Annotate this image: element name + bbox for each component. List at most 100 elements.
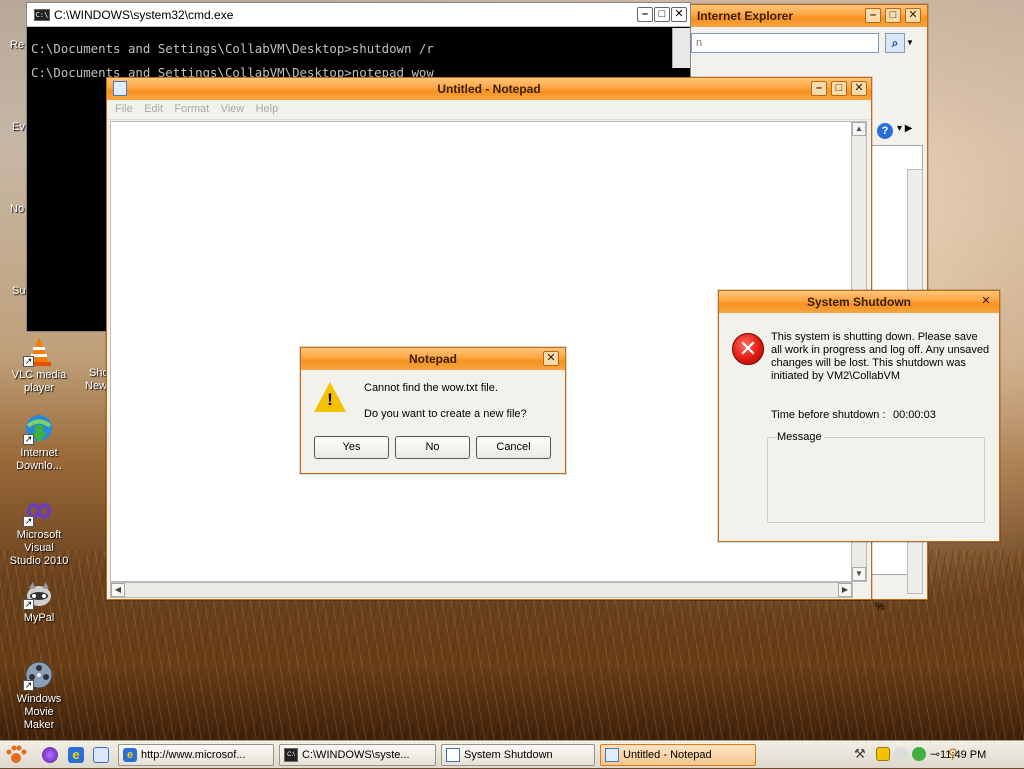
maximize-button[interactable]: □ bbox=[654, 7, 670, 22]
start-button[interactable] bbox=[4, 744, 28, 766]
notepad-dialog[interactable]: Notepad ✕ ! Cannot find the wow.txt file… bbox=[300, 347, 566, 474]
notepad-icon bbox=[605, 748, 619, 762]
scroll-right-icon[interactable]: ▶ bbox=[838, 583, 852, 597]
shortcut-arrow-icon: ↗ bbox=[23, 599, 34, 610]
help-icon[interactable]: ? bbox=[877, 123, 893, 139]
desktop-icon-label: Windows Movie bbox=[16, 693, 62, 718]
shutdown-dialog-body: ✕ This system is shutting down. Please s… bbox=[719, 313, 999, 541]
cmd-scrollbar[interactable] bbox=[672, 28, 690, 68]
taskbar: e e http://www.microsof... C:\ C:\WINDOW… bbox=[0, 740, 1024, 768]
start-paw-icon bbox=[6, 745, 27, 763]
error-icon: ✕ bbox=[732, 333, 764, 365]
menu-view[interactable]: View bbox=[221, 103, 245, 115]
scroll-down-icon[interactable]: ▼ bbox=[852, 567, 866, 581]
time-before-shutdown-label: Time before shutdown : bbox=[771, 409, 886, 421]
taskbar-item-cmd[interactable]: C:\ C:\WINDOWS\syste... bbox=[279, 744, 436, 766]
desktop-icon-label: Downlo... bbox=[16, 460, 62, 472]
notepad-horizontal-scrollbar[interactable]: ◀ ▶ bbox=[110, 582, 853, 598]
ie-search-input[interactable]: n bbox=[691, 33, 879, 53]
menu-format[interactable]: Format bbox=[174, 103, 209, 115]
taskbar-item-label: C:\WINDOWS\syste... bbox=[302, 749, 410, 761]
visual-studio-infinity-icon: ↗ bbox=[23, 495, 55, 527]
desktop-label-partial: No bbox=[10, 203, 25, 215]
taskbar-clock[interactable]: 11:49 PM bbox=[940, 749, 986, 761]
taskbar-item-internet-explorer[interactable]: e http://www.microsof... bbox=[118, 744, 274, 766]
maximize-button[interactable]: □ bbox=[885, 8, 901, 23]
shutdown-message: This system is shutting down. Please sav… bbox=[771, 331, 990, 382]
time-before-shutdown-value: 00:00:03 bbox=[893, 409, 936, 421]
search-icon[interactable]: ⌕ bbox=[885, 33, 905, 53]
cmd-icon: C:\ bbox=[284, 748, 298, 762]
network-tool-icon[interactable]: ⚒ bbox=[854, 747, 868, 761]
desktop-label-partial: Re bbox=[10, 39, 25, 51]
shortcut-arrow-icon: ↗ bbox=[23, 516, 34, 527]
yes-button[interactable]: Yes bbox=[314, 436, 389, 459]
minimize-button[interactable]: – bbox=[637, 7, 653, 22]
desktop-icon-vlc[interactable]: ↗ VLC media player bbox=[1, 335, 77, 395]
shortcut-arrow-icon: ↗ bbox=[23, 356, 34, 367]
shutdown-dialog-title: System Shutdown bbox=[806, 295, 911, 309]
internet-explorer-icon[interactable]: e bbox=[68, 747, 84, 763]
system-tray: ⚒ ⊸ ⚲ 11:49 PM bbox=[850, 743, 1024, 767]
download-manager-icon[interactable] bbox=[912, 747, 926, 761]
warning-exclamation: ! bbox=[327, 390, 333, 409]
cmd-icon: C:\ bbox=[34, 9, 50, 21]
notepad-dialog-titlebar[interactable]: Notepad ✕ bbox=[301, 348, 565, 370]
cmd-line: C:\Documents and Settings\CollabVM\Deskt… bbox=[31, 41, 434, 56]
chevron-right-icon[interactable]: ▾ ▶ bbox=[897, 123, 913, 134]
close-button[interactable]: ✕ bbox=[978, 294, 994, 309]
chevron-down-icon[interactable]: ▼ bbox=[906, 33, 916, 53]
desktop-label-partial: New bbox=[85, 380, 108, 392]
desktop-icon-mypal[interactable]: ↗ MyPal bbox=[1, 578, 77, 625]
taskbar-item-label: Untitled - Notepad bbox=[623, 749, 712, 761]
scroll-up-icon[interactable]: ▲ bbox=[852, 122, 866, 136]
desktop-icon-visual-studio[interactable]: ↗ Microsoft Visual Studio 2010 bbox=[1, 495, 77, 568]
close-button[interactable]: ✕ bbox=[905, 8, 921, 23]
desktop-label-partial: Ev bbox=[12, 121, 25, 133]
media-player-icon[interactable] bbox=[42, 747, 58, 763]
message-groupbox bbox=[767, 437, 985, 523]
desktop-icon-internet-download-manager[interactable]: ↗ Internet Downlo... bbox=[1, 413, 77, 473]
desktop-icon-label: player bbox=[24, 382, 54, 394]
desktop-icon-label: Microsoft Visual bbox=[16, 529, 62, 554]
menu-help[interactable]: Help bbox=[256, 103, 279, 115]
taskbar-item-label: System Shutdown bbox=[464, 749, 553, 761]
shortcut-arrow-icon: ↗ bbox=[23, 434, 34, 445]
globe-download-icon: ↗ bbox=[23, 413, 55, 445]
window-icon bbox=[446, 748, 460, 762]
minimize-button[interactable]: – bbox=[865, 8, 881, 23]
desktop-icon-label: VLC media bbox=[11, 369, 67, 381]
taskbar-item-notepad[interactable]: Untitled - Notepad bbox=[600, 744, 756, 766]
dialog-message-line1: Cannot find the wow.txt file. bbox=[364, 382, 498, 394]
close-button[interactable]: ✕ bbox=[543, 351, 559, 366]
scroll-left-icon[interactable]: ◀ bbox=[111, 583, 125, 597]
minimize-button[interactable]: – bbox=[811, 81, 827, 96]
ie-titlebar[interactable]: Internet Explorer – □ ✕ bbox=[691, 5, 927, 27]
system-shutdown-dialog[interactable]: System Shutdown ✕ ✕ This system is shutt… bbox=[718, 290, 1000, 542]
security-shield-icon[interactable] bbox=[876, 747, 890, 761]
cancel-button[interactable]: Cancel bbox=[476, 436, 551, 459]
ie-zoom-level[interactable]: % bbox=[875, 601, 885, 613]
vlc-cone-icon: ↗ bbox=[23, 335, 55, 367]
taskbar-item-system-shutdown[interactable]: System Shutdown bbox=[441, 744, 595, 766]
desktop-icon-label: Maker bbox=[23, 719, 55, 731]
taskbar-item-label: http://www.microsof... bbox=[141, 749, 246, 761]
close-button[interactable]: ✕ bbox=[671, 7, 687, 22]
menu-edit[interactable]: Edit bbox=[144, 103, 163, 115]
notepad-dialog-body: ! Cannot find the wow.txt file. Do you w… bbox=[301, 370, 565, 473]
film-reel-icon: ↗ bbox=[23, 659, 55, 691]
maximize-button[interactable]: □ bbox=[831, 81, 847, 96]
notepad-dialog-title: Notepad bbox=[409, 352, 457, 366]
desktop-label-partial: Su bbox=[12, 285, 26, 297]
notepad-title: Untitled - Notepad bbox=[437, 82, 541, 96]
internet-explorer-icon: e bbox=[123, 748, 137, 762]
notepad-titlebar[interactable]: Untitled - Notepad – □ ✕ bbox=[107, 78, 871, 100]
shutdown-dialog-titlebar[interactable]: System Shutdown ✕ bbox=[719, 291, 999, 313]
close-button[interactable]: ✕ bbox=[851, 81, 867, 96]
show-desktop-icon[interactable] bbox=[93, 747, 109, 763]
cmd-titlebar[interactable]: C:\ C:\WINDOWS\system32\cmd.exe – □ ✕ bbox=[27, 3, 690, 27]
desktop-icon-windows-movie-maker[interactable]: ↗ Windows Movie Maker bbox=[1, 659, 77, 732]
no-button[interactable]: No bbox=[395, 436, 470, 459]
menu-file[interactable]: File bbox=[115, 103, 133, 115]
settings-icon[interactable] bbox=[894, 747, 908, 761]
